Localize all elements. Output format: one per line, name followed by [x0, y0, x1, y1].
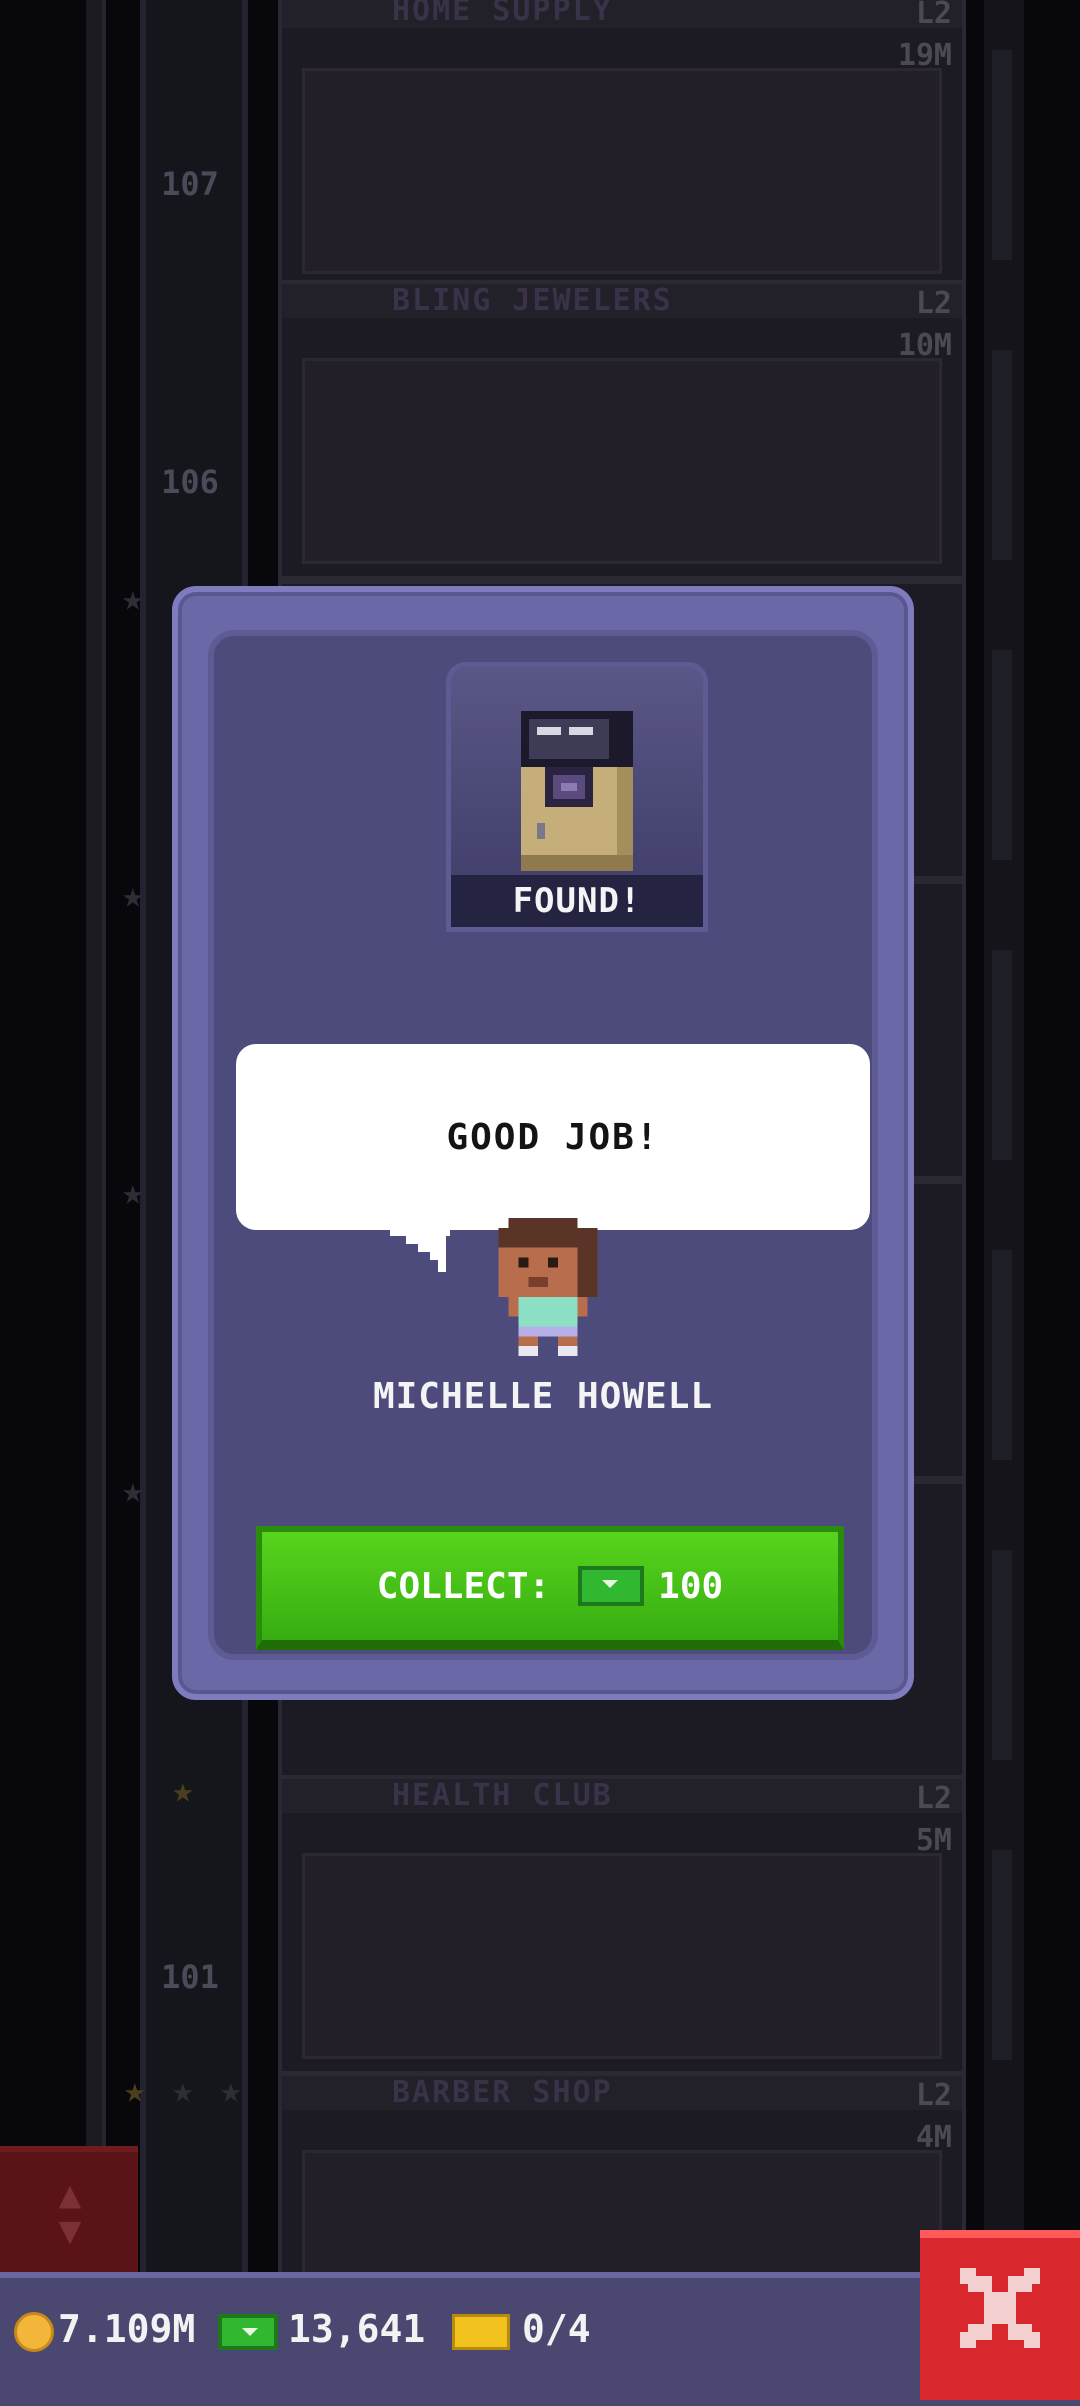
floor-interior — [302, 68, 942, 274]
floor-interior — [302, 1853, 942, 2059]
close-icon — [960, 2268, 1040, 2348]
collect-amount: 100 — [658, 1565, 724, 1607]
right-rail — [984, 0, 1024, 2290]
floor-name: BARBER SHOP — [282, 2076, 962, 2110]
bux-icon — [218, 2313, 278, 2350]
star-icon: ★ — [122, 1470, 144, 1511]
floor-level: L2 — [915, 0, 952, 31]
tickets-counter[interactable]: 0/4 — [452, 2304, 591, 2354]
floor-number: 106 — [161, 463, 219, 501]
floor-name: HEALTH CLUB — [282, 1779, 962, 1813]
bottom-hud: 7.109M 13,641 0/4 — [0, 2272, 1080, 2406]
floor-health-club[interactable]: HEALTH CLUB L2 5M — [278, 1775, 966, 2075]
coin-icon — [14, 2311, 54, 2352]
speech-bubble: GOOD JOB! — [236, 1044, 870, 1272]
close-button[interactable] — [920, 2230, 1080, 2400]
floor-home-supply[interactable]: HOME SUPPLY L2 19M — [278, 0, 966, 290]
dialog-panel: FOUND! GOOD JOB! MICHELLE HOWELL COLLECT… — [208, 630, 878, 1660]
floor-level: L2 — [915, 286, 952, 321]
floor-name: HOME SUPPLY — [282, 0, 962, 28]
reward-dialog: FOUND! GOOD JOB! MICHELLE HOWELL COLLECT… — [172, 586, 914, 1700]
coins-counter[interactable]: 7.109M — [14, 2304, 195, 2354]
floor-number: 107 — [161, 165, 219, 203]
star-icon: ★ — [172, 1770, 194, 1811]
npc-name: MICHELLE HOWELL — [372, 1376, 714, 1417]
found-item-card: FOUND! — [446, 662, 708, 932]
speech-text: GOOD JOB! — [446, 1116, 660, 1158]
collect-button[interactable]: COLLECT: 100 — [256, 1526, 844, 1650]
tickets-value: 0/4 — [522, 2307, 591, 2351]
floor-bling-jewelers[interactable]: BLING JEWELERS L2 10M — [278, 280, 966, 580]
star-icon: ★ — [220, 2070, 242, 2111]
floor-level: L2 — [915, 1781, 952, 1816]
floor-name: BLING JEWELERS — [282, 284, 962, 318]
star-icon: ★ — [124, 2070, 146, 2111]
left-rail — [86, 0, 106, 2290]
elevator-button[interactable]: ▲ ▼ — [0, 2146, 138, 2276]
ticket-icon — [452, 2313, 510, 2350]
floor-interior — [302, 358, 942, 564]
star-icon: ★ — [172, 2070, 194, 2111]
bux-icon — [578, 1566, 645, 1606]
star-icon: ★ — [122, 578, 144, 619]
npc-avatar — [498, 1218, 598, 1356]
floor-level: L2 — [915, 2078, 952, 2113]
bux-counter[interactable]: 13,641 — [218, 2304, 425, 2354]
speech-tail — [390, 1228, 450, 1272]
bux-value: 13,641 — [288, 2307, 426, 2351]
floor-number: 101 — [161, 1958, 219, 1996]
star-icon: ★ — [122, 875, 144, 916]
star-icon: ★ — [122, 1172, 144, 1213]
safe-icon — [521, 711, 633, 871]
up-down-arrows-icon: ▲ ▼ — [58, 2172, 82, 2252]
coins-value: 7.109M — [58, 2307, 196, 2351]
collect-label: COLLECT: — [376, 1565, 551, 1607]
found-label: FOUND! — [451, 875, 703, 927]
